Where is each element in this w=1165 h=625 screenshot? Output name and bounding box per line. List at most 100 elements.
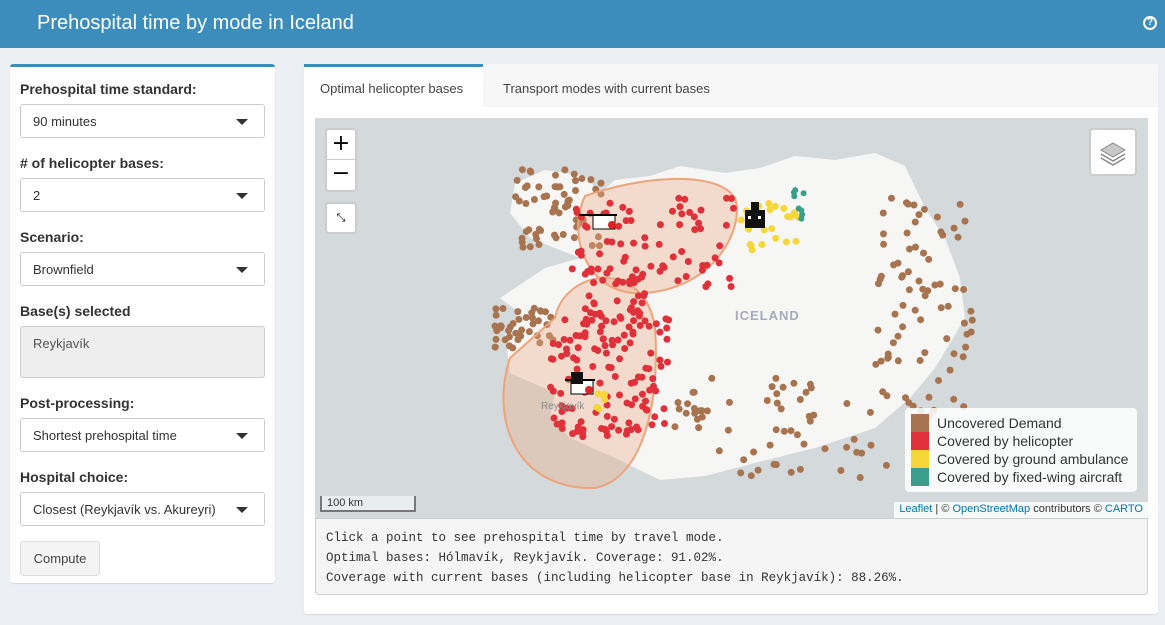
demand-point[interactable]	[577, 251, 585, 259]
demand-point[interactable]	[619, 203, 627, 211]
demand-point[interactable]	[645, 365, 653, 373]
demand-point[interactable]	[630, 298, 638, 306]
demand-point[interactable]	[772, 426, 780, 434]
demand-point[interactable]	[787, 213, 795, 221]
demand-point[interactable]	[643, 406, 651, 414]
demand-point[interactable]	[883, 392, 891, 400]
tab-transport-modes[interactable]: Transport modes with current bases	[487, 64, 726, 107]
demand-point[interactable]	[540, 193, 548, 201]
demand-point[interactable]	[630, 279, 638, 287]
demand-point[interactable]	[513, 176, 521, 184]
demand-point[interactable]	[627, 304, 635, 312]
demand-point[interactable]	[581, 305, 589, 313]
demand-point[interactable]	[492, 305, 500, 313]
demand-point[interactable]	[585, 292, 593, 300]
demand-point[interactable]	[664, 358, 671, 366]
demand-point[interactable]	[570, 170, 578, 178]
demand-point[interactable]	[894, 357, 902, 365]
demand-point[interactable]	[796, 396, 804, 403]
demand-point[interactable]	[581, 222, 589, 230]
demand-point[interactable]	[591, 345, 599, 353]
demand-point[interactable]	[532, 230, 540, 238]
demand-point[interactable]	[661, 420, 668, 427]
demand-point[interactable]	[663, 335, 671, 343]
demand-point[interactable]	[891, 310, 899, 318]
demand-point[interactable]	[639, 270, 647, 278]
demand-point[interactable]	[610, 318, 618, 326]
demand-point[interactable]	[596, 250, 604, 258]
demand-point[interactable]	[605, 363, 613, 371]
demand-point[interactable]	[492, 311, 500, 319]
demand-point[interactable]	[596, 379, 604, 387]
demand-point[interactable]	[599, 335, 607, 343]
post-select[interactable]: Shortest prehospital time	[20, 418, 265, 452]
demand-point[interactable]	[530, 196, 538, 203]
demand-point[interactable]	[888, 194, 895, 202]
demand-point[interactable]	[561, 316, 569, 324]
demand-point[interactable]	[791, 193, 798, 200]
demand-point[interactable]	[663, 324, 671, 332]
demand-point[interactable]	[693, 415, 701, 423]
demand-point[interactable]	[572, 205, 580, 213]
demand-point[interactable]	[906, 245, 913, 253]
demand-point[interactable]	[920, 205, 928, 213]
demand-point[interactable]	[627, 379, 635, 387]
demand-point[interactable]	[576, 332, 584, 340]
demand-point[interactable]	[553, 183, 561, 191]
demand-point[interactable]	[676, 203, 684, 211]
demand-point[interactable]	[944, 302, 952, 310]
demand-point[interactable]	[656, 221, 664, 229]
demand-point[interactable]	[695, 424, 703, 432]
demand-point[interactable]	[931, 281, 939, 289]
demand-point[interactable]	[763, 397, 771, 404]
demand-point[interactable]	[943, 335, 951, 343]
demand-point[interactable]	[603, 412, 611, 420]
demand-point[interactable]	[695, 219, 703, 227]
demand-point[interactable]	[737, 216, 745, 224]
demand-point[interactable]	[792, 187, 799, 194]
demand-point[interactable]	[622, 217, 630, 225]
demand-point[interactable]	[686, 208, 694, 216]
demand-point[interactable]	[590, 279, 598, 287]
demand-point[interactable]	[671, 423, 679, 431]
demand-point[interactable]	[935, 377, 942, 384]
demand-point[interactable]	[850, 435, 858, 443]
demand-point[interactable]	[697, 206, 705, 214]
demand-point[interactable]	[491, 343, 499, 351]
demand-point[interactable]	[796, 465, 804, 473]
demand-point[interactable]	[799, 211, 806, 218]
demand-point[interactable]	[626, 339, 634, 347]
demand-point[interactable]	[684, 400, 691, 408]
demand-point[interactable]	[608, 423, 616, 431]
demand-point[interactable]	[708, 374, 716, 382]
demand-point[interactable]	[780, 204, 788, 212]
demand-point[interactable]	[921, 292, 929, 300]
demand-point[interactable]	[590, 300, 598, 308]
demand-point[interactable]	[698, 266, 706, 274]
map[interactable]: ICELAND Reykjavík + − ⤡ Uncovered Demand…	[315, 118, 1148, 518]
demand-point[interactable]	[514, 336, 522, 344]
carto-link[interactable]: CARTO	[1105, 503, 1143, 515]
demand-point[interactable]	[715, 259, 723, 267]
demand-point[interactable]	[967, 328, 975, 336]
demand-point[interactable]	[638, 390, 646, 398]
demand-point[interactable]	[656, 328, 664, 336]
demand-point[interactable]	[960, 319, 968, 327]
demand-point[interactable]	[603, 238, 611, 245]
demand-point[interactable]	[625, 323, 633, 331]
demand-point[interactable]	[915, 277, 923, 285]
demand-point[interactable]	[727, 283, 735, 290]
demand-point[interactable]	[656, 356, 664, 364]
demand-point[interactable]	[675, 194, 683, 202]
demand-point[interactable]	[560, 190, 568, 198]
demand-point[interactable]	[665, 316, 673, 324]
demand-point[interactable]	[691, 226, 699, 234]
demand-point[interactable]	[499, 305, 507, 312]
demand-point[interactable]	[937, 304, 945, 312]
demand-point[interactable]	[613, 297, 621, 305]
demand-point[interactable]	[843, 400, 851, 407]
demand-point[interactable]	[633, 423, 641, 431]
demand-point[interactable]	[547, 383, 555, 391]
demand-point[interactable]	[950, 224, 958, 232]
demand-point[interactable]	[652, 320, 660, 328]
